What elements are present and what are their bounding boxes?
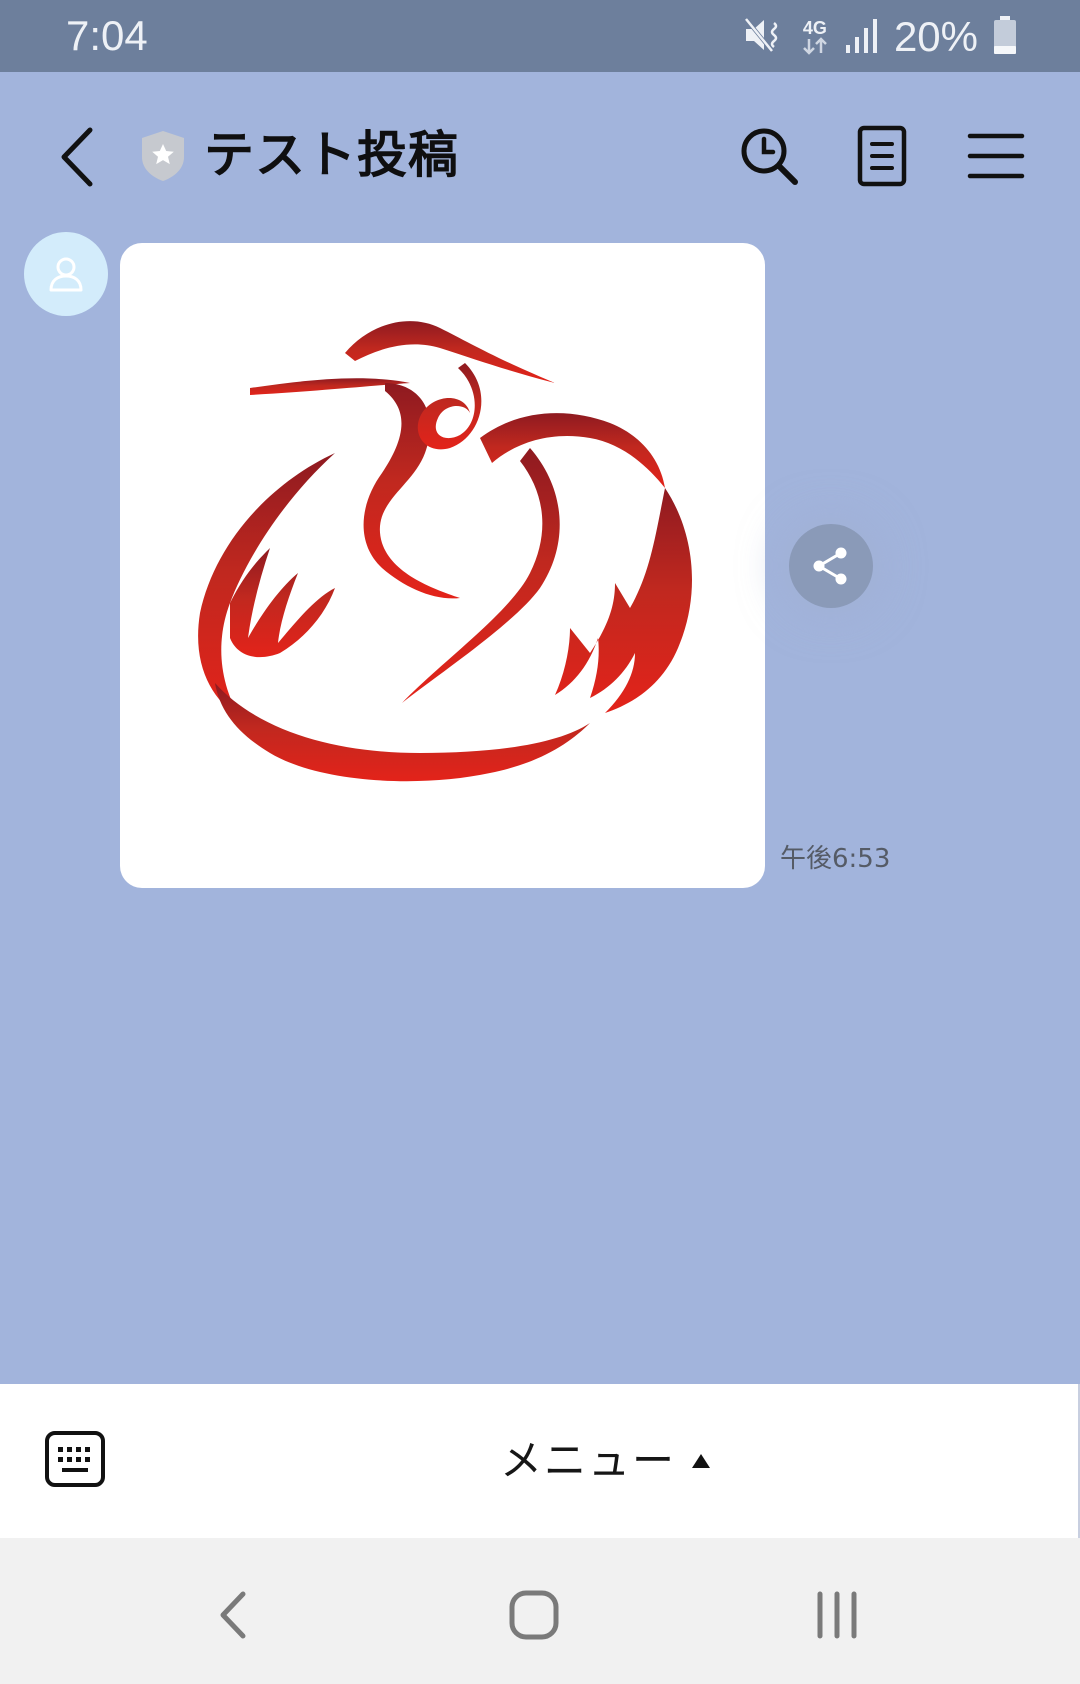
system-nav-bar: [0, 1538, 1080, 1684]
battery-icon: [992, 15, 1018, 59]
status-icons: 4G 20%: [742, 12, 1018, 62]
share-button[interactable]: [789, 524, 873, 608]
mute-vibrate-icon: [742, 15, 786, 59]
menu-button[interactable]: [964, 124, 1028, 188]
notes-button[interactable]: [850, 124, 914, 188]
menu-icon: [967, 133, 1025, 179]
nav-recents-button[interactable]: [797, 1580, 877, 1650]
battery-percent: 20%: [893, 13, 978, 60]
keyboard-button[interactable]: [44, 1430, 106, 1488]
triangle-up-icon: [692, 1454, 711, 1468]
network-4g-icon: 4G: [800, 19, 830, 55]
search-history-icon: [741, 128, 798, 185]
network-label: 4G: [802, 18, 827, 38]
crane-logo: [198, 321, 692, 782]
nav-home-button[interactable]: [494, 1580, 574, 1650]
keyboard-icon: [45, 1431, 105, 1487]
back-button[interactable]: [52, 120, 112, 190]
share-icon: [813, 547, 847, 585]
nav-home-icon: [509, 1590, 559, 1640]
nav-back-icon: [220, 1591, 246, 1639]
chat-header: テスト投稿: [0, 72, 1080, 232]
notes-icon: [857, 125, 907, 187]
status-bar: 7:04 4G 20%: [0, 0, 1080, 72]
rich-menu-bar: メニュー: [0, 1384, 1080, 1538]
signal-icon: [844, 15, 880, 59]
shield-star-icon: [138, 129, 188, 183]
nav-recents-icon: [817, 1591, 857, 1639]
image-message[interactable]: [120, 243, 765, 888]
message-time: 午後6:53: [780, 844, 891, 874]
avatar[interactable]: [24, 232, 108, 316]
menu-label: メニュー: [500, 1436, 677, 1485]
search-history-button[interactable]: [737, 124, 801, 188]
nav-back-button[interactable]: [193, 1580, 273, 1650]
user-icon: [49, 257, 83, 292]
chevron-left-icon: [61, 127, 93, 187]
status-time: 7:04: [66, 12, 148, 59]
menu-toggle[interactable]: メニュー: [500, 1428, 712, 1494]
chat-title: テスト投稿: [204, 126, 459, 184]
